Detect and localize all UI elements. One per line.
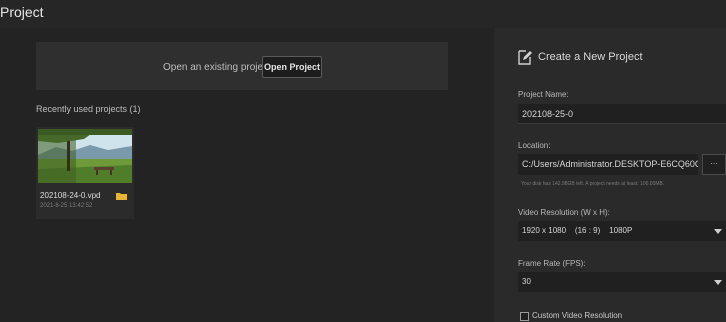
disk-space-note: Your disk has 142.98GB left. A project n… — [521, 181, 665, 187]
project-name-input[interactable]: 202108-25-0 — [518, 104, 726, 124]
chevron-down-icon — [714, 280, 722, 285]
frame-rate-label: Frame Rate (FPS): — [518, 259, 586, 268]
project-name-label: Project Name: — [518, 90, 569, 99]
custom-resolution-label: Custom Video Resolution — [532, 311, 623, 320]
recent-projects-label: Recently used projects (1) — [36, 104, 141, 114]
recent-project-card[interactable]: 202108-24-0.vpd 2021-8-25 13:42:52 — [36, 127, 134, 219]
folder-icon[interactable] — [116, 192, 127, 200]
open-project-button[interactable]: Open Project — [262, 56, 322, 78]
video-resolution-label: Video Resolution (W x H): — [518, 208, 610, 217]
recent-project-date: 2021-8-25 13:42:52 — [40, 203, 93, 209]
project-thumbnail — [38, 129, 132, 183]
left-panel: Open an existing project Open Project Re… — [0, 28, 494, 322]
location-label: Location: — [518, 141, 551, 150]
create-project-title: Create a New Project — [538, 51, 643, 63]
custom-resolution-checkbox[interactable] — [520, 312, 529, 321]
video-resolution-select[interactable]: 1920 x 1080 (16 : 9) 1080P — [518, 221, 726, 241]
video-resolution-value: 1920 x 1080 (16 : 9) 1080P — [522, 226, 633, 235]
frame-rate-value: 30 — [522, 277, 531, 286]
recent-project-name: 202108-24-0.vpd — [40, 191, 101, 200]
browse-location-button[interactable]: ··· — [702, 154, 726, 175]
window-title: Project — [0, 4, 44, 20]
title-bar: Project — [0, 0, 726, 28]
open-existing-text: Open an existing project — [163, 62, 271, 73]
create-project-panel: Create a New Project Project Name: 20210… — [494, 28, 726, 322]
open-existing-section: Open an existing project Open Project — [36, 42, 448, 90]
edit-document-icon — [518, 50, 532, 65]
location-input[interactable]: C:/Users/Administrator.DESKTOP-E6CQ60Q/V… — [518, 154, 698, 175]
frame-rate-select[interactable]: 30 — [518, 272, 726, 292]
chevron-down-icon — [714, 229, 722, 234]
